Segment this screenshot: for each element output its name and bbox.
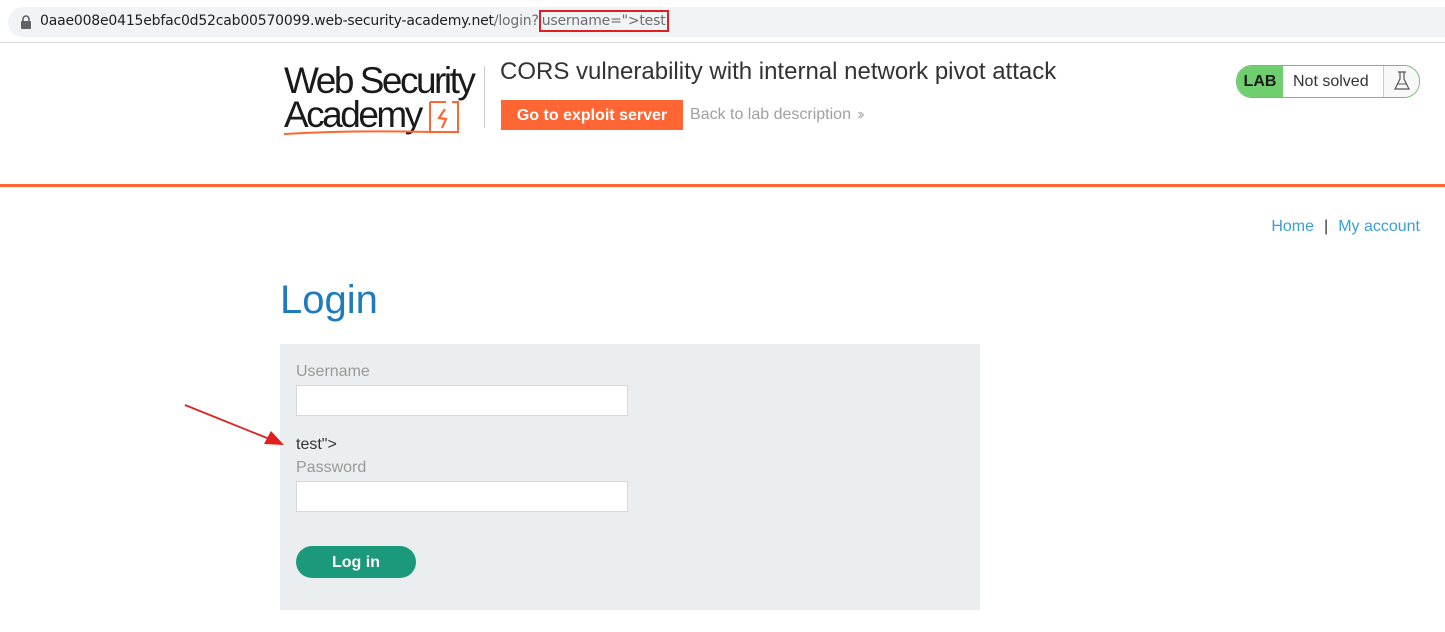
lab-badge: LAB (1237, 66, 1283, 97)
annotation-arrow-icon (184, 404, 284, 445)
url-text: 0aae008e0415ebfac0d52cab00570099.web-sec… (40, 10, 670, 32)
double-chevron-right-icon: ›› (856, 106, 864, 123)
flask-icon (1394, 71, 1410, 90)
password-label: Password (296, 459, 367, 476)
page-title: Login (280, 278, 378, 322)
lab-title: CORS vulnerability with internal network… (500, 58, 1057, 85)
back-link-label: Back to lab description (690, 106, 851, 123)
url-query-highlight: username=">test (538, 10, 670, 32)
lab-status-text: Not solved (1293, 73, 1369, 90)
web-security-academy-logo[interactable]: Web Security Academy (282, 60, 482, 140)
password-input[interactable] (296, 481, 628, 512)
header-separator-line (0, 184, 1445, 187)
back-to-lab-description-link[interactable]: Back to lab description ›› (690, 106, 864, 124)
username-input[interactable] (296, 385, 628, 416)
nav-separator: | (1324, 218, 1329, 235)
log-in-button[interactable]: Log in (296, 546, 416, 578)
lab-flask-container (1383, 66, 1419, 97)
top-navigation: Home | My account (1271, 218, 1420, 236)
header-divider (484, 66, 485, 128)
nav-my-account-link[interactable]: My account (1338, 218, 1420, 235)
url-host: 0aae008e0415ebfac0d52cab00570099.web-sec… (40, 13, 494, 29)
lock-icon[interactable] (20, 15, 32, 29)
reflected-username-text: test"> (296, 436, 337, 453)
logo-bolt-icon (429, 101, 459, 133)
username-label: Username (296, 363, 370, 380)
go-to-exploit-server-button[interactable]: Go to exploit server (501, 100, 683, 130)
login-form: Username test"> Password Log in (280, 344, 980, 610)
nav-home-link[interactable]: Home (1271, 218, 1314, 235)
url-field[interactable]: 0aae008e0415ebfac0d52cab00570099.web-sec… (8, 7, 1445, 37)
lab-status-widget: LAB Not solved (1236, 65, 1420, 98)
logo-underline-swoosh (283, 130, 431, 135)
url-path: /login? (493, 13, 539, 29)
browser-address-bar: 0aae008e0415ebfac0d52cab00570099.web-sec… (0, 0, 1445, 43)
